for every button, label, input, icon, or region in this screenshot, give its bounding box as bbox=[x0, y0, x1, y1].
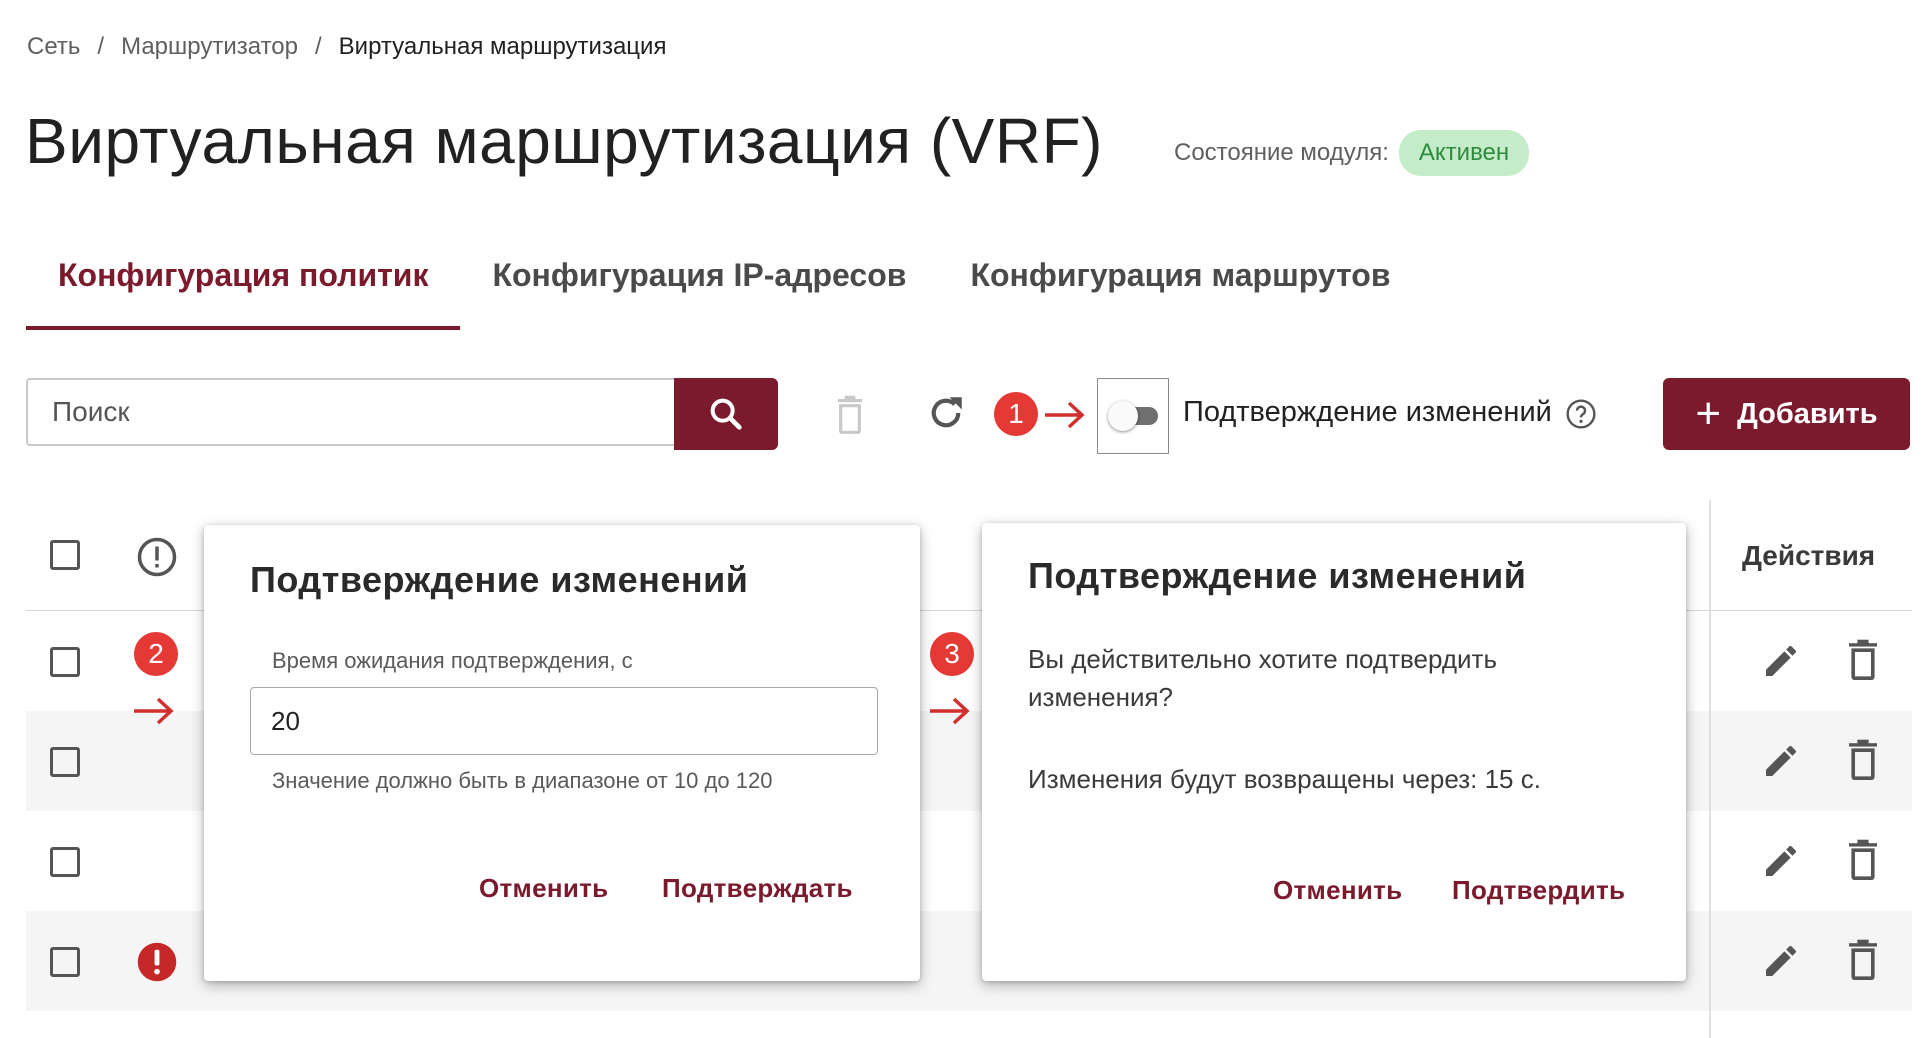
tab-ip-addresses[interactable]: Конфигурация IP-адресов bbox=[460, 252, 938, 314]
breadcrumb-item-router[interactable]: Маршрутизатор bbox=[121, 33, 298, 61]
trash-icon[interactable] bbox=[1846, 839, 1880, 886]
error-icon bbox=[136, 941, 178, 988]
add-button[interactable]: + Добавить bbox=[1663, 378, 1910, 450]
confirm-button[interactable]: Подтверждать bbox=[662, 873, 853, 904]
timeout-field-label: Время ожидания подтверждения, с bbox=[272, 648, 633, 673]
confirm-button[interactable]: Подтвердить bbox=[1452, 875, 1625, 906]
select-all-checkbox[interactable] bbox=[50, 540, 80, 570]
breadcrumb: Сеть / Маршрутизатор / Виртуальная маршр… bbox=[27, 33, 666, 61]
edit-icon[interactable] bbox=[1761, 841, 1801, 886]
breadcrumb-separator: / bbox=[97, 33, 105, 60]
confirm-changes-label: Подтверждение изменений bbox=[1183, 396, 1552, 428]
annotation-arrow-icon bbox=[132, 694, 174, 733]
tabs: Конфигурация политик Конфигурация IP-адр… bbox=[26, 252, 1423, 330]
search-input[interactable] bbox=[28, 380, 674, 444]
page-title: Виртуальная маршрутизация (VRF) bbox=[25, 105, 1103, 177]
tab-policies[interactable]: Конфигурация политик bbox=[26, 252, 461, 330]
timeout-input[interactable] bbox=[250, 687, 878, 755]
breadcrumb-separator: / bbox=[315, 33, 322, 60]
delete-selected-button[interactable] bbox=[832, 392, 868, 438]
annotation-marker-3: 3 bbox=[930, 632, 974, 676]
refresh-button[interactable] bbox=[925, 392, 967, 434]
annotation-marker-2: 2 bbox=[134, 632, 178, 676]
row-checkbox[interactable] bbox=[50, 847, 80, 877]
actions-column-divider bbox=[1709, 500, 1711, 1038]
status-badge: Активен bbox=[1398, 130, 1530, 176]
dialog-title: Подтверждение изменений bbox=[250, 559, 749, 600]
refresh-icon bbox=[931, 397, 962, 428]
annotation-marker-1: 1 bbox=[994, 392, 1038, 436]
search-box bbox=[26, 378, 676, 446]
module-state: Состояние модуля: Активен bbox=[1174, 130, 1530, 176]
breadcrumb-item-network[interactable]: Сеть bbox=[27, 33, 80, 61]
edit-icon[interactable] bbox=[1761, 641, 1801, 686]
row-checkbox[interactable] bbox=[50, 747, 80, 777]
actions-header: Действия bbox=[1742, 540, 1876, 571]
confirm-question: Вы действительно хотите подтвердить изме… bbox=[1028, 644, 1497, 712]
trash-icon[interactable] bbox=[1846, 739, 1880, 786]
row-checkbox[interactable] bbox=[50, 947, 80, 977]
annotation-arrow-icon bbox=[928, 694, 970, 733]
row-checkbox[interactable] bbox=[50, 647, 80, 677]
trash-icon[interactable] bbox=[1846, 639, 1880, 686]
tab-routes[interactable]: Конфигурация маршрутов bbox=[938, 252, 1422, 314]
dialog-title: Подтверждение изменений bbox=[1028, 555, 1527, 596]
toggle-knob bbox=[1108, 401, 1138, 431]
trash-icon bbox=[838, 395, 862, 434]
add-button-label: Добавить bbox=[1737, 397, 1878, 430]
breadcrumb-item-current: Виртуальная маршрутизация bbox=[338, 33, 667, 60]
edit-icon[interactable] bbox=[1761, 741, 1801, 786]
cancel-button[interactable]: Отменить bbox=[1273, 875, 1402, 906]
search-icon bbox=[710, 398, 742, 430]
timeout-field-hint: Значение должно быть в диапазоне от 10 д… bbox=[272, 768, 773, 793]
module-state-label: Состояние модуля: bbox=[1174, 139, 1389, 166]
search-button[interactable] bbox=[674, 378, 778, 450]
plus-icon: + bbox=[1695, 389, 1722, 438]
confirm-changes-toggle[interactable] bbox=[1097, 378, 1169, 454]
revert-countdown: Изменения будут возвращены через: 15 с. bbox=[1028, 764, 1541, 794]
info-circle-icon bbox=[136, 536, 178, 583]
help-icon[interactable] bbox=[1565, 398, 1597, 435]
annotation-arrow-icon bbox=[1043, 398, 1085, 437]
confirm-dialog: Подтверждение изменений Вы действительно… bbox=[982, 523, 1686, 981]
trash-icon[interactable] bbox=[1846, 939, 1880, 986]
cancel-button[interactable]: Отменить bbox=[479, 873, 608, 904]
timeout-dialog: Подтверждение изменений Время ожидания п… bbox=[204, 525, 920, 981]
edit-icon[interactable] bbox=[1761, 941, 1801, 986]
